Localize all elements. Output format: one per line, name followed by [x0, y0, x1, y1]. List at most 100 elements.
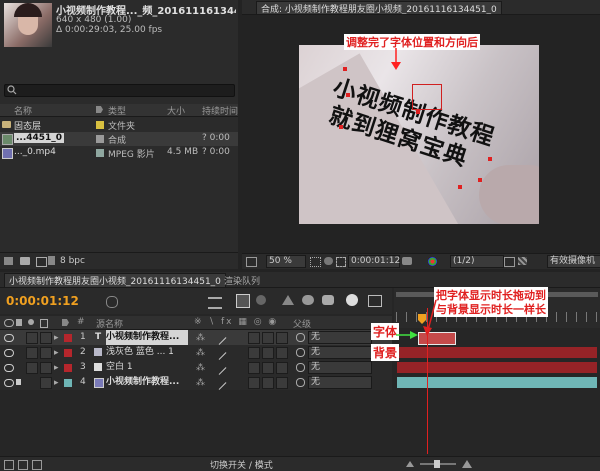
hide-shy-layers-icon[interactable]: [256, 295, 266, 305]
project-item-row[interactable]: 固态层 文件夹: [0, 118, 238, 132]
expand-chevron-icon[interactable]: ▸: [54, 378, 59, 388]
audio-toggle[interactable]: [26, 332, 38, 344]
col-name[interactable]: 名称: [14, 104, 32, 117]
graph-editor-icon[interactable]: [368, 295, 382, 307]
layer-label-swatch[interactable]: [64, 334, 72, 342]
audio-toggle[interactable]: [26, 347, 38, 359]
switch-cell[interactable]: [248, 362, 260, 374]
switch-cell[interactable]: [262, 332, 274, 344]
roi-icon[interactable]: [504, 257, 515, 267]
expand-chevron-icon[interactable]: ▸: [54, 348, 59, 358]
parent-dropdown[interactable]: 无: [308, 331, 372, 344]
draft-3d-icon[interactable]: [236, 294, 250, 308]
project-item-row-selected[interactable]: ...4451_0 合成 ? 0:00: [0, 132, 238, 146]
zoom-dropdown[interactable]: 50 %: [266, 255, 306, 268]
quality-switch-icon[interactable]: [211, 345, 227, 360]
transform-handle[interactable]: [339, 125, 343, 129]
expand-timing-icon[interactable]: [32, 460, 42, 470]
shy-switch-icon[interactable]: ⁂: [196, 378, 205, 388]
expand-chevron-icon[interactable]: ▸: [54, 333, 59, 343]
viewer-timecode[interactable]: 0:00:01:12: [348, 255, 400, 268]
switch-cell[interactable]: [276, 332, 288, 344]
transform-handle[interactable]: [458, 185, 462, 189]
switch-cell[interactable]: [262, 362, 274, 374]
shy-switch-icon[interactable]: ⁂: [196, 333, 205, 343]
layer-row[interactable]: ▸ 3 空白 1 ⁂ 无: [0, 360, 392, 375]
visibility-eye-icon[interactable]: [4, 364, 14, 372]
always-preview-icon[interactable]: [246, 257, 257, 267]
lock-toggle[interactable]: [40, 332, 52, 344]
zoom-slider-thumb[interactable]: [434, 460, 440, 468]
pick-whip-icon[interactable]: [296, 333, 305, 342]
switch-cell[interactable]: [262, 347, 274, 359]
label-swatch[interactable]: [96, 121, 104, 129]
expand-layer-switches-icon[interactable]: [4, 460, 14, 470]
transform-handle[interactable]: [343, 67, 347, 71]
project-search-field[interactable]: [4, 84, 235, 97]
switch-cell[interactable]: [276, 347, 288, 359]
text-anchor-box[interactable]: [412, 84, 442, 110]
col-size[interactable]: 大小: [167, 104, 185, 117]
comp-mini-flowchart-icon[interactable]: [208, 297, 222, 309]
new-composition-icon[interactable]: [36, 257, 47, 267]
search-layers-icon[interactable]: [106, 296, 118, 308]
switch-cell[interactable]: [248, 377, 260, 389]
show-channel-icon[interactable]: [428, 257, 437, 266]
transform-handle[interactable]: [416, 110, 420, 114]
switch-cell[interactable]: [276, 377, 288, 389]
lock-toggle[interactable]: [40, 347, 52, 359]
switch-cell[interactable]: [248, 332, 260, 344]
layer-row[interactable]: ▸ 1 T 小视频制作教程... ⁂ 无: [0, 330, 392, 345]
audio-toggle[interactable]: [26, 362, 38, 374]
layer-name[interactable]: 浅灰色 蓝色 ... 1: [106, 345, 188, 360]
quality-switch-icon[interactable]: [211, 375, 227, 390]
layer-label-swatch[interactable]: [64, 364, 72, 372]
mask-icon[interactable]: [324, 257, 333, 265]
zoom-out-icon[interactable]: [406, 461, 414, 467]
timeline-tab-render-queue[interactable]: 渲染队列: [224, 274, 260, 287]
lock-toggle[interactable]: [40, 362, 52, 374]
expand-chevron-icon[interactable]: ▸: [54, 363, 59, 373]
pick-whip-icon[interactable]: [296, 348, 305, 357]
pick-whip-icon[interactable]: [296, 363, 305, 372]
parent-dropdown[interactable]: 无: [308, 346, 372, 359]
expand-modes-icon[interactable]: [18, 460, 28, 470]
col-duration[interactable]: 持续时间: [202, 104, 238, 117]
quality-switch-icon[interactable]: [211, 360, 227, 375]
layer-name[interactable]: 空白 1: [106, 360, 188, 375]
zoom-in-icon[interactable]: [462, 460, 472, 468]
layer-name[interactable]: 小视频制作教程...: [106, 330, 188, 345]
layer-label-swatch[interactable]: [64, 349, 72, 357]
layer-row[interactable]: ▸ 2 浅灰色 蓝色 ... 1 ⁂ 无: [0, 345, 392, 360]
camera-dropdown[interactable]: 有效摄像机: [547, 255, 600, 268]
transparency-grid-icon[interactable]: [518, 257, 527, 265]
audio-speaker-icon[interactable]: [16, 379, 21, 385]
toggle-switches-modes-button[interactable]: 切换开关 / 模式: [210, 458, 273, 471]
region-icon[interactable]: [336, 257, 346, 267]
brainstorm-icon[interactable]: [322, 295, 334, 305]
layer-label-swatch[interactable]: [64, 379, 72, 387]
motion-blur-icon[interactable]: [302, 295, 314, 305]
visibility-eye-icon[interactable]: [4, 379, 14, 387]
timeline-tab-comp[interactable]: 小视频制作教程朋友圈小视频_20161116134451_0: [4, 273, 226, 288]
grid-icon[interactable]: [310, 257, 321, 267]
lock-toggle[interactable]: [40, 377, 52, 389]
zoom-slider[interactable]: [420, 460, 456, 468]
resolution-dropdown[interactable]: (1/2): [450, 255, 504, 268]
visibility-eye-icon[interactable]: [4, 334, 14, 342]
shy-switch-icon[interactable]: ⁂: [196, 348, 205, 358]
switch-cell[interactable]: [276, 362, 288, 374]
col-type[interactable]: 类型: [108, 104, 126, 117]
transform-handle[interactable]: [346, 93, 350, 97]
viewer-tab[interactable]: 合成: 小视频制作教程朋友圈小视频_20161116134451_0: [256, 1, 502, 15]
shy-switch-icon[interactable]: ⁂: [196, 363, 205, 373]
quality-switch-icon[interactable]: [211, 330, 227, 345]
pick-whip-icon[interactable]: [296, 378, 305, 387]
layer-row[interactable]: ▸ 4 小视频制作教程... ⁂ 无: [0, 375, 392, 390]
label-swatch[interactable]: [96, 135, 104, 143]
project-item-row[interactable]: ..._0.mp4 MPEG 影片 4.5 MB ? 0:00: [0, 146, 238, 160]
transform-handle[interactable]: [488, 157, 492, 161]
layer-name[interactable]: 小视频制作教程...: [106, 375, 188, 390]
col-parent[interactable]: 父级: [293, 317, 311, 330]
parent-dropdown[interactable]: 无: [308, 376, 372, 389]
